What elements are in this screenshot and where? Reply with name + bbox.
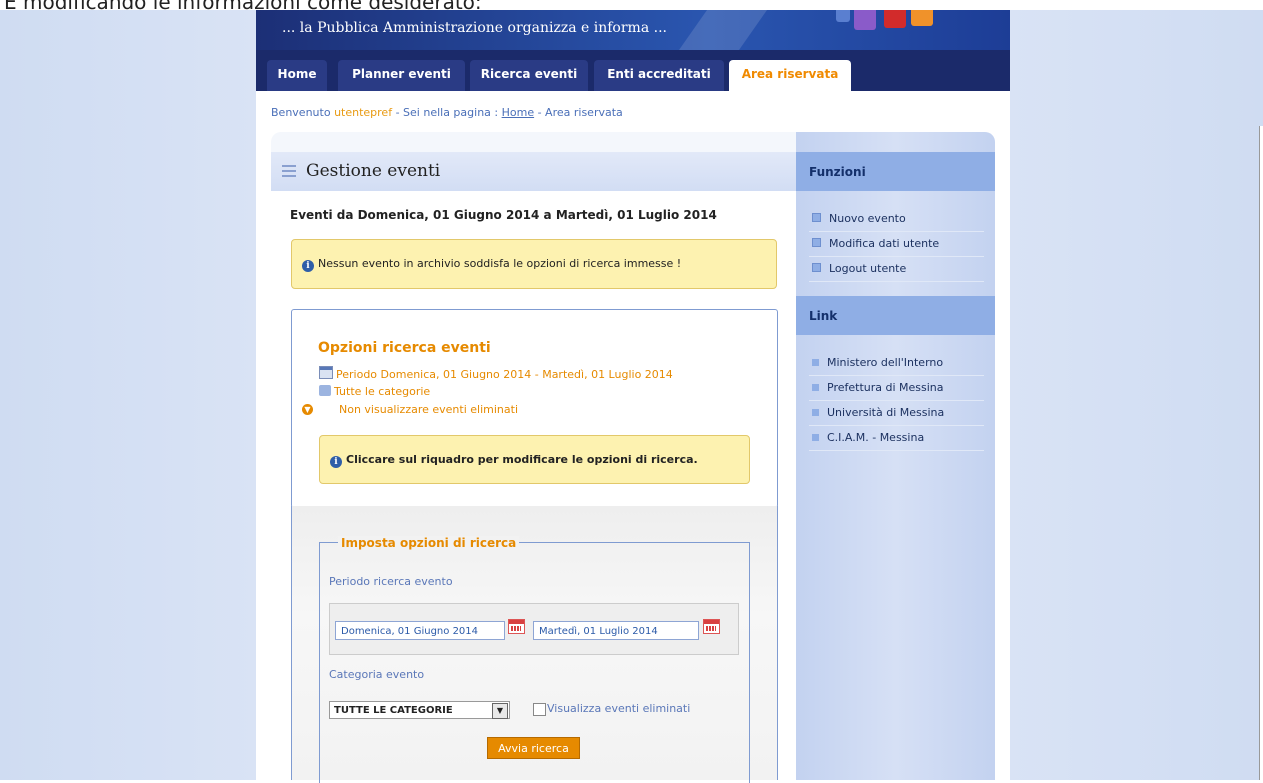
functions-title: Funzioni [809,165,866,179]
speech-bubble-icon [911,10,933,26]
info-icon: i [330,456,342,468]
page-title: Gestione eventi [306,161,441,181]
category-icon [319,385,331,396]
window-edge [1259,126,1263,780]
breadcrumb-separator: - Sei nella pagina : [392,106,502,119]
option-period: Periodo Domenica, 01 Giugno 2014 - Marte… [319,366,673,381]
option-deleted: Non visualizzare eventi eliminati [339,403,518,416]
speech-bubble-icon [884,10,906,28]
calendar-to-icon[interactable] [703,619,720,634]
breadcrumb: Benvenuto utentepref - Sei nella pagina … [271,106,623,119]
sidebar-link-label: Ministero dell'Interno [827,356,944,369]
tab-enti-accreditati[interactable]: Enti accreditati [594,60,724,91]
bullet-icon [812,263,821,272]
sidebar-link-label: C.I.A.M. - Messina [827,431,925,444]
category-select[interactable]: TUTTE LE CATEGORIE ▼ [329,701,510,719]
start-search-button[interactable]: Avvia ricerca [487,737,580,759]
main-navigation: Home Planner eventi Ricerca eventi Enti … [256,50,1010,91]
category-label: Categoria evento [329,668,425,681]
sidebar-item-nuovo-evento[interactable]: Nuovo evento [809,207,984,232]
no-results-message: i Nessun evento in archivio soddisfa le o… [291,239,777,289]
period-label: Periodo ricerca evento [329,575,453,588]
category-select-value: TUTTE LE CATEGORIE [334,705,453,716]
arrow-right-icon [812,384,819,391]
date-from-input[interactable]: Domenica, 01 Giugno 2014 [335,621,505,640]
breadcrumb-current: - Area riservata [534,106,623,119]
info-icon: i [302,260,314,272]
sidebar-item-label: Logout utente [829,262,907,275]
date-to-input[interactable]: Martedì, 01 Luglio 2014 [533,621,699,640]
arrow-right-icon [812,434,819,441]
option-categories-text: Tutte le categorie [334,385,431,398]
breadcrumb-home-link[interactable]: Home [502,106,534,119]
show-deleted-checkbox[interactable] [533,703,546,716]
sidebar-link-universita[interactable]: Università di Messina [809,401,984,426]
no-results-text: Nessun evento in archivio soddisfa le op… [318,257,682,270]
tab-home[interactable]: Home [267,60,327,91]
option-period-text: Periodo Domenica, 01 Giugno 2014 - Marte… [336,368,673,381]
sidebar-link-label: Prefettura di Messina [827,381,944,394]
banner-decoration [657,10,775,50]
banner-slogan: ... la Pubblica Amministrazione organizz… [282,20,667,36]
options-hint-message: i Cliccare sul riquadro per modificare le… [319,435,750,484]
background-left [0,10,256,780]
sidebar-link-ministero[interactable]: Ministero dell'Interno [809,351,984,376]
calendar-icon [319,366,333,379]
header-banner: ... la Pubblica Amministrazione organizz… [256,10,1010,50]
sidebar-item-label: Nuovo evento [829,212,906,225]
page-caption: E modificando le informazioni come desid… [0,0,1263,10]
speech-bubble-icon [836,10,850,22]
arrow-right-icon [812,359,819,366]
options-hint-text: Cliccare sul riquadro per modificare le … [346,453,698,466]
date-range-heading: Eventi da Domenica, 01 Giugno 2014 a Mar… [290,208,717,222]
breadcrumb-username: utentepref [334,106,393,119]
arrow-down-icon: ▼ [302,404,313,415]
search-legend: Imposta opzioni di ricerca [338,536,520,550]
sidebar-item-label: Modifica dati utente [829,237,940,250]
show-deleted-label[interactable]: Visualizza eventi eliminati [547,702,690,715]
sidebar-link-label: Università di Messina [827,406,945,419]
options-title: Opzioni ricerca eventi [318,340,491,356]
arrow-right-icon [812,409,819,416]
sidebar-item-modifica-dati[interactable]: Modifica dati utente [809,232,984,257]
speech-bubble-icon [854,10,876,30]
tab-ricerca-eventi[interactable]: Ricerca eventi [470,60,588,91]
sidebar-link-ciam[interactable]: C.I.A.M. - Messina [809,426,984,451]
links-title: Link [809,309,838,323]
bullet-icon [812,213,821,222]
background-right [1010,10,1263,780]
option-categories: Tutte le categorie [319,385,430,398]
calendar-from-icon[interactable] [508,619,525,634]
chevron-down-icon[interactable]: ▼ [492,703,508,719]
menu-lines-icon [282,165,296,177]
bullet-icon [812,238,821,247]
tab-area-riservata[interactable]: Area riservata [729,60,851,91]
breadcrumb-welcome: Benvenuto [271,106,331,119]
sidebar-link-prefettura[interactable]: Prefettura di Messina [809,376,984,401]
sidebar-item-logout[interactable]: Logout utente [809,257,984,282]
tab-planner-eventi[interactable]: Planner eventi [338,60,465,91]
